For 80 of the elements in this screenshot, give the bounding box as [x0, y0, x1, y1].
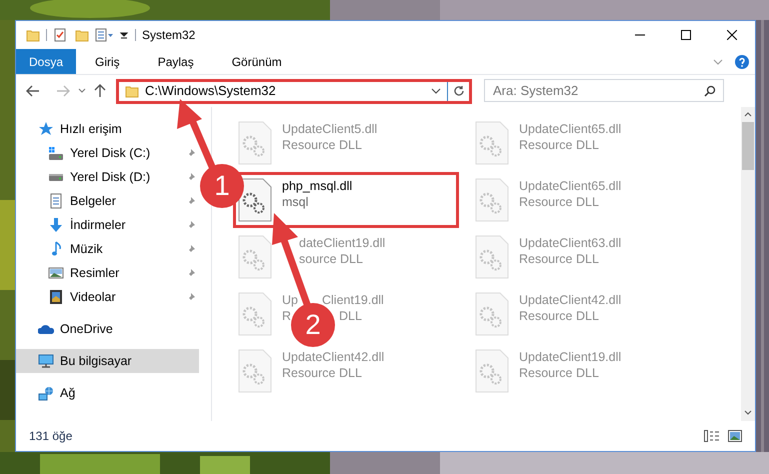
- monitor-icon: [38, 354, 54, 368]
- ribbon-tab[interactable]: Görünüm: [218, 49, 295, 74]
- file-gears-icon: [475, 178, 509, 222]
- star-icon: [38, 121, 54, 137]
- document-icon: [50, 193, 62, 209]
- address-bar[interactable]: C:\Windows\System32: [116, 78, 472, 104]
- file-gears-icon: [475, 349, 509, 393]
- file-gears-icon: [475, 121, 509, 165]
- ribbon-tab[interactable]: Dosya: [16, 49, 76, 74]
- chevron-down-icon[interactable]: [431, 88, 441, 94]
- file-description: Resource DLL: [519, 194, 599, 210]
- file-description: Resource DLL: [519, 308, 599, 324]
- maximize-icon: [681, 30, 691, 40]
- view-dropdown-icon[interactable]: [95, 28, 115, 42]
- file-gears-icon: [475, 235, 509, 279]
- file-name: UpdateClient19.dll: [519, 349, 622, 365]
- search-field[interactable]: Ara: System32: [484, 79, 724, 102]
- file-name: UpdateClient42.dll: [519, 292, 622, 308]
- sidebar-item[interactable]: Belgeler: [16, 189, 199, 213]
- file-gears-icon: [238, 292, 272, 336]
- file-name: php_msql.dll: [282, 178, 352, 194]
- minimize-icon: [635, 34, 645, 36]
- down-arrow-icon: [49, 217, 63, 233]
- sidebar-item[interactable]: OneDrive: [16, 317, 119, 341]
- chevron-down-icon[interactable]: [744, 410, 752, 415]
- file-name: dateClient19.dll: [299, 235, 386, 251]
- file-description: msql: [282, 194, 308, 210]
- film-icon: [49, 289, 63, 305]
- chevron-up-icon[interactable]: [744, 112, 752, 117]
- file-description: Resource DLL: [519, 251, 599, 267]
- details-view-icon[interactable]: [704, 430, 720, 442]
- sidebar-item[interactable]: Videolar: [16, 285, 199, 309]
- file-name: UpdateClient63.dll: [519, 235, 622, 251]
- properties-icon[interactable]: [53, 28, 67, 42]
- sidebar-item[interactable]: Hızlı erişim: [16, 117, 128, 141]
- file-gears-icon: [238, 121, 272, 165]
- large-icons-view-icon[interactable]: [728, 430, 742, 442]
- sidebar-item[interactable]: Müzik: [16, 237, 199, 261]
- close-icon: [727, 30, 737, 40]
- file-description: Resource DLL: [519, 137, 599, 153]
- file-description: Resource DLL: [282, 137, 362, 153]
- file-name: UpdateClient65.dll: [519, 121, 622, 137]
- file-gears-icon: [238, 349, 272, 393]
- sidebar-item[interactable]: İndirmeler: [16, 213, 199, 237]
- window-title: System32: [142, 27, 196, 44]
- file-name: UpdateClient65.dll: [519, 178, 622, 194]
- cloud-icon: [38, 323, 54, 335]
- image-icon: [48, 267, 64, 279]
- ribbon-tab[interactable]: Giriş: [82, 49, 133, 74]
- file-gears-icon: [238, 235, 272, 279]
- globe-icon: [38, 386, 54, 400]
- sidebar-item[interactable]: Resimler: [16, 261, 199, 285]
- drive-icon: [48, 146, 64, 160]
- file-description: Resource DLL: [519, 365, 599, 381]
- item-count: 131 öğe: [29, 428, 72, 445]
- help-icon[interactable]: [735, 54, 749, 68]
- address-path: C:\Windows\System32: [145, 82, 276, 100]
- sidebar-item[interactable]: Ağ: [16, 381, 82, 405]
- sidebar-item[interactable]: Bu bilgisayar: [16, 349, 199, 373]
- search-icon[interactable]: [704, 85, 716, 97]
- file-description: source DLL: [299, 251, 363, 267]
- folder-icon: [125, 84, 139, 98]
- file-description: DLL: [339, 308, 362, 324]
- file-name: UpdateClient42.dll: [282, 349, 384, 365]
- music-note-icon: [51, 241, 61, 257]
- sidebar-item[interactable]: Yerel Disk (D:): [16, 165, 199, 189]
- file-name: UpdateClient5.dll: [282, 121, 378, 137]
- scrollbar[interactable]: [741, 107, 755, 421]
- up-arrow-icon[interactable]: [94, 84, 106, 98]
- file-gears-icon: [238, 178, 272, 222]
- ribbon-tab[interactable]: Paylaş: [144, 49, 207, 74]
- scrollbar-thumb[interactable]: [742, 122, 754, 170]
- chevron-down-icon[interactable]: [78, 88, 86, 94]
- drive-icon: [48, 172, 64, 182]
- file-gears-icon: [475, 292, 509, 336]
- refresh-icon: [452, 85, 464, 97]
- file-description: R: [282, 308, 292, 324]
- back-arrow-icon[interactable]: [26, 85, 40, 97]
- file-description: Resource DLL: [282, 365, 362, 381]
- sidebar-item[interactable]: Yerel Disk (C:): [16, 141, 199, 165]
